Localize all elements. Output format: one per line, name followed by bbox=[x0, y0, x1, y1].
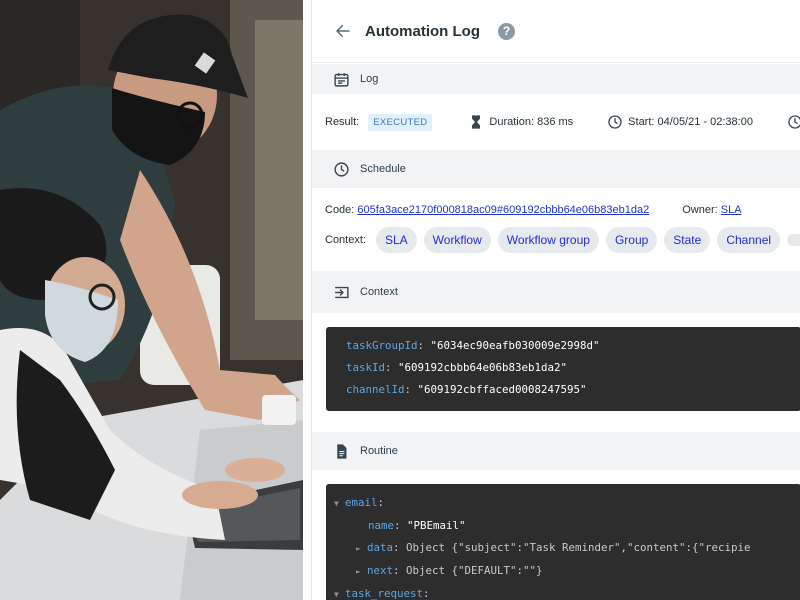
duration-label: Duration: bbox=[489, 116, 535, 128]
log-section-label: Log bbox=[360, 73, 379, 85]
routine-code-block: ▼ email: name: "PBEmail" ► data: Object {"… bbox=[326, 484, 800, 600]
code-link[interactable]: 605fa3ace2170f000818ac09#609192cbbb64e06… bbox=[357, 204, 649, 216]
code-label: Code: bbox=[325, 204, 355, 216]
chip-workflow[interactable]: Workflow bbox=[423, 227, 491, 253]
routine-section-label: Routine bbox=[360, 445, 398, 457]
clock-icon bbox=[334, 161, 349, 177]
office-photo bbox=[0, 0, 303, 600]
hourglass-icon bbox=[472, 115, 481, 129]
schedule-section-label: Schedule bbox=[360, 163, 406, 175]
chip-state[interactable]: State bbox=[664, 227, 711, 253]
page-title: Automation Log bbox=[365, 22, 480, 40]
tree-node-data[interactable]: ► data: Object {"subject":"Task Reminder"… bbox=[334, 537, 800, 560]
context-code-block: taskGroupId: "6034ec90eafb030009e2998d" … bbox=[326, 327, 800, 411]
start-label: Start: bbox=[628, 116, 655, 128]
chip-sla[interactable]: SLA bbox=[375, 227, 417, 253]
context-section-label: Context bbox=[360, 286, 398, 298]
chip-channel[interactable]: Channel bbox=[717, 227, 781, 253]
help-circle-icon[interactable]: ? bbox=[497, 22, 515, 40]
automation-log-panel: Automation Log ? Log Result: EXECUTED Du… bbox=[311, 0, 800, 600]
context-line: channelId: "609192cbffaced0008247595" bbox=[346, 383, 587, 396]
duration-meta: Duration: 836 ms bbox=[468, 114, 573, 130]
context-line: taskGroupId: "6034ec90eafb030009e2998d" bbox=[346, 339, 600, 352]
context-chips-row: Context: SLA Workflow Workflow group Gro… bbox=[312, 221, 800, 259]
tree-node-email[interactable]: ▼ email: bbox=[334, 492, 800, 515]
log-section-header: Log bbox=[312, 64, 800, 94]
calendar-icon bbox=[334, 72, 349, 87]
end-meta-clipped bbox=[787, 114, 800, 130]
expand-triangle-icon[interactable]: ▼ bbox=[334, 584, 345, 600]
status-badge: EXECUTED bbox=[368, 113, 433, 131]
owner-link[interactable]: SLA bbox=[721, 204, 742, 216]
input-arrow-icon bbox=[335, 286, 349, 298]
context-section-header: Context bbox=[312, 271, 800, 313]
owner-label: Owner: bbox=[682, 204, 718, 216]
routine-section-header: Routine bbox=[312, 432, 800, 470]
collapse-triangle-icon[interactable]: ► bbox=[356, 561, 367, 583]
context-line: taskId: "609192cbbb64e06b83eb1da2" bbox=[346, 361, 568, 374]
tree-node-next[interactable]: ► next: Object {"DEFAULT":""} bbox=[334, 560, 800, 583]
context-label: Context: bbox=[325, 234, 366, 246]
chip-workflow-group[interactable]: Workflow group bbox=[497, 227, 599, 253]
tree-node-name: name: "PBEmail" bbox=[368, 519, 466, 532]
chip-group[interactable]: Group bbox=[605, 227, 658, 253]
tree-node-task-request[interactable]: ▼ task_request: bbox=[334, 583, 800, 600]
arrow-left-icon[interactable] bbox=[334, 22, 352, 40]
panel-header: Automation Log ? bbox=[312, 0, 800, 63]
start-value: 04/05/21 - 02:38:00 bbox=[657, 116, 753, 128]
clock-icon bbox=[788, 115, 800, 129]
result-label: Result: bbox=[325, 116, 360, 128]
chip-clipped[interactable] bbox=[787, 234, 800, 246]
divider-strip bbox=[303, 0, 311, 600]
document-icon bbox=[337, 443, 347, 459]
expand-triangle-icon[interactable]: ▼ bbox=[334, 493, 345, 515]
log-summary-row: Result: EXECUTED Duration: 836 ms Start:… bbox=[312, 94, 800, 150]
code-row: Code: 605fa3ace2170f000818ac09#609192cbb… bbox=[312, 199, 800, 221]
collapse-triangle-icon[interactable]: ► bbox=[356, 538, 367, 560]
duration-value: 836 ms bbox=[537, 116, 574, 128]
clock-icon bbox=[608, 115, 622, 129]
start-meta: Start: 04/05/21 - 02:38:00 bbox=[607, 114, 753, 130]
schedule-section-header: Schedule bbox=[312, 150, 800, 188]
